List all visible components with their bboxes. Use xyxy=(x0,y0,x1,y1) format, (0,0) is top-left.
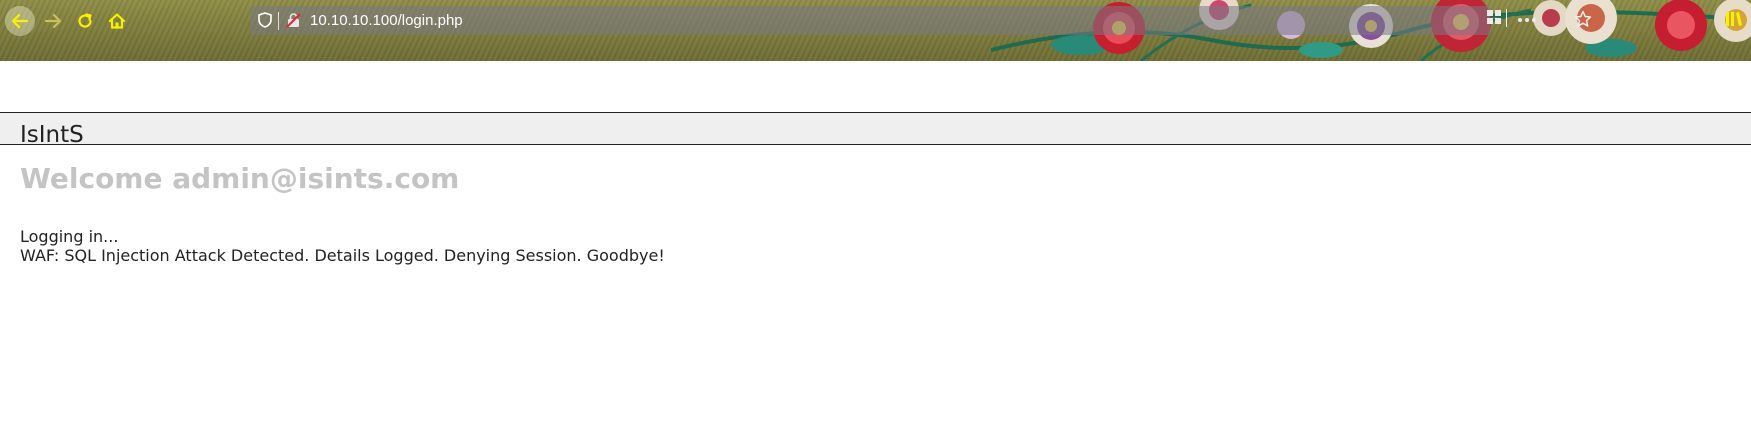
url-text[interactable]: 10.10.10.100/login.php xyxy=(310,11,463,30)
waf-message: WAF: SQL Injection Attack Detected. Deta… xyxy=(20,246,665,265)
back-button[interactable] xyxy=(5,6,35,36)
home-icon xyxy=(108,13,126,29)
home-button[interactable] xyxy=(102,6,132,36)
url-bar-separator xyxy=(278,12,279,30)
reload-button[interactable] xyxy=(70,6,100,36)
login-messages: Logging in... WAF: SQL Injection Attack … xyxy=(20,227,665,265)
welcome-heading: Welcome admin@isints.com xyxy=(20,162,460,195)
site-brand: IsIntS xyxy=(20,122,84,145)
browser-toolbar: 10.10.10.100/login.php xyxy=(0,0,1751,61)
forward-button[interactable] xyxy=(38,6,68,36)
grid-icon[interactable] xyxy=(1486,9,1502,25)
url-bar[interactable]: 10.10.10.100/login.php xyxy=(250,6,1490,35)
site-header: IsIntS xyxy=(0,112,1751,145)
insecure-lock-icon[interactable] xyxy=(286,13,301,28)
logging-in-message: Logging in... xyxy=(20,227,119,246)
star-icon[interactable] xyxy=(1574,10,1592,28)
more-icon[interactable] xyxy=(1517,17,1537,23)
shield-icon[interactable] xyxy=(258,12,272,28)
forward-arrow-icon xyxy=(44,13,62,29)
toolbar-separator xyxy=(1506,9,1507,27)
reload-icon xyxy=(78,13,92,28)
library-icon[interactable] xyxy=(1724,9,1744,29)
back-arrow-icon xyxy=(11,13,29,29)
